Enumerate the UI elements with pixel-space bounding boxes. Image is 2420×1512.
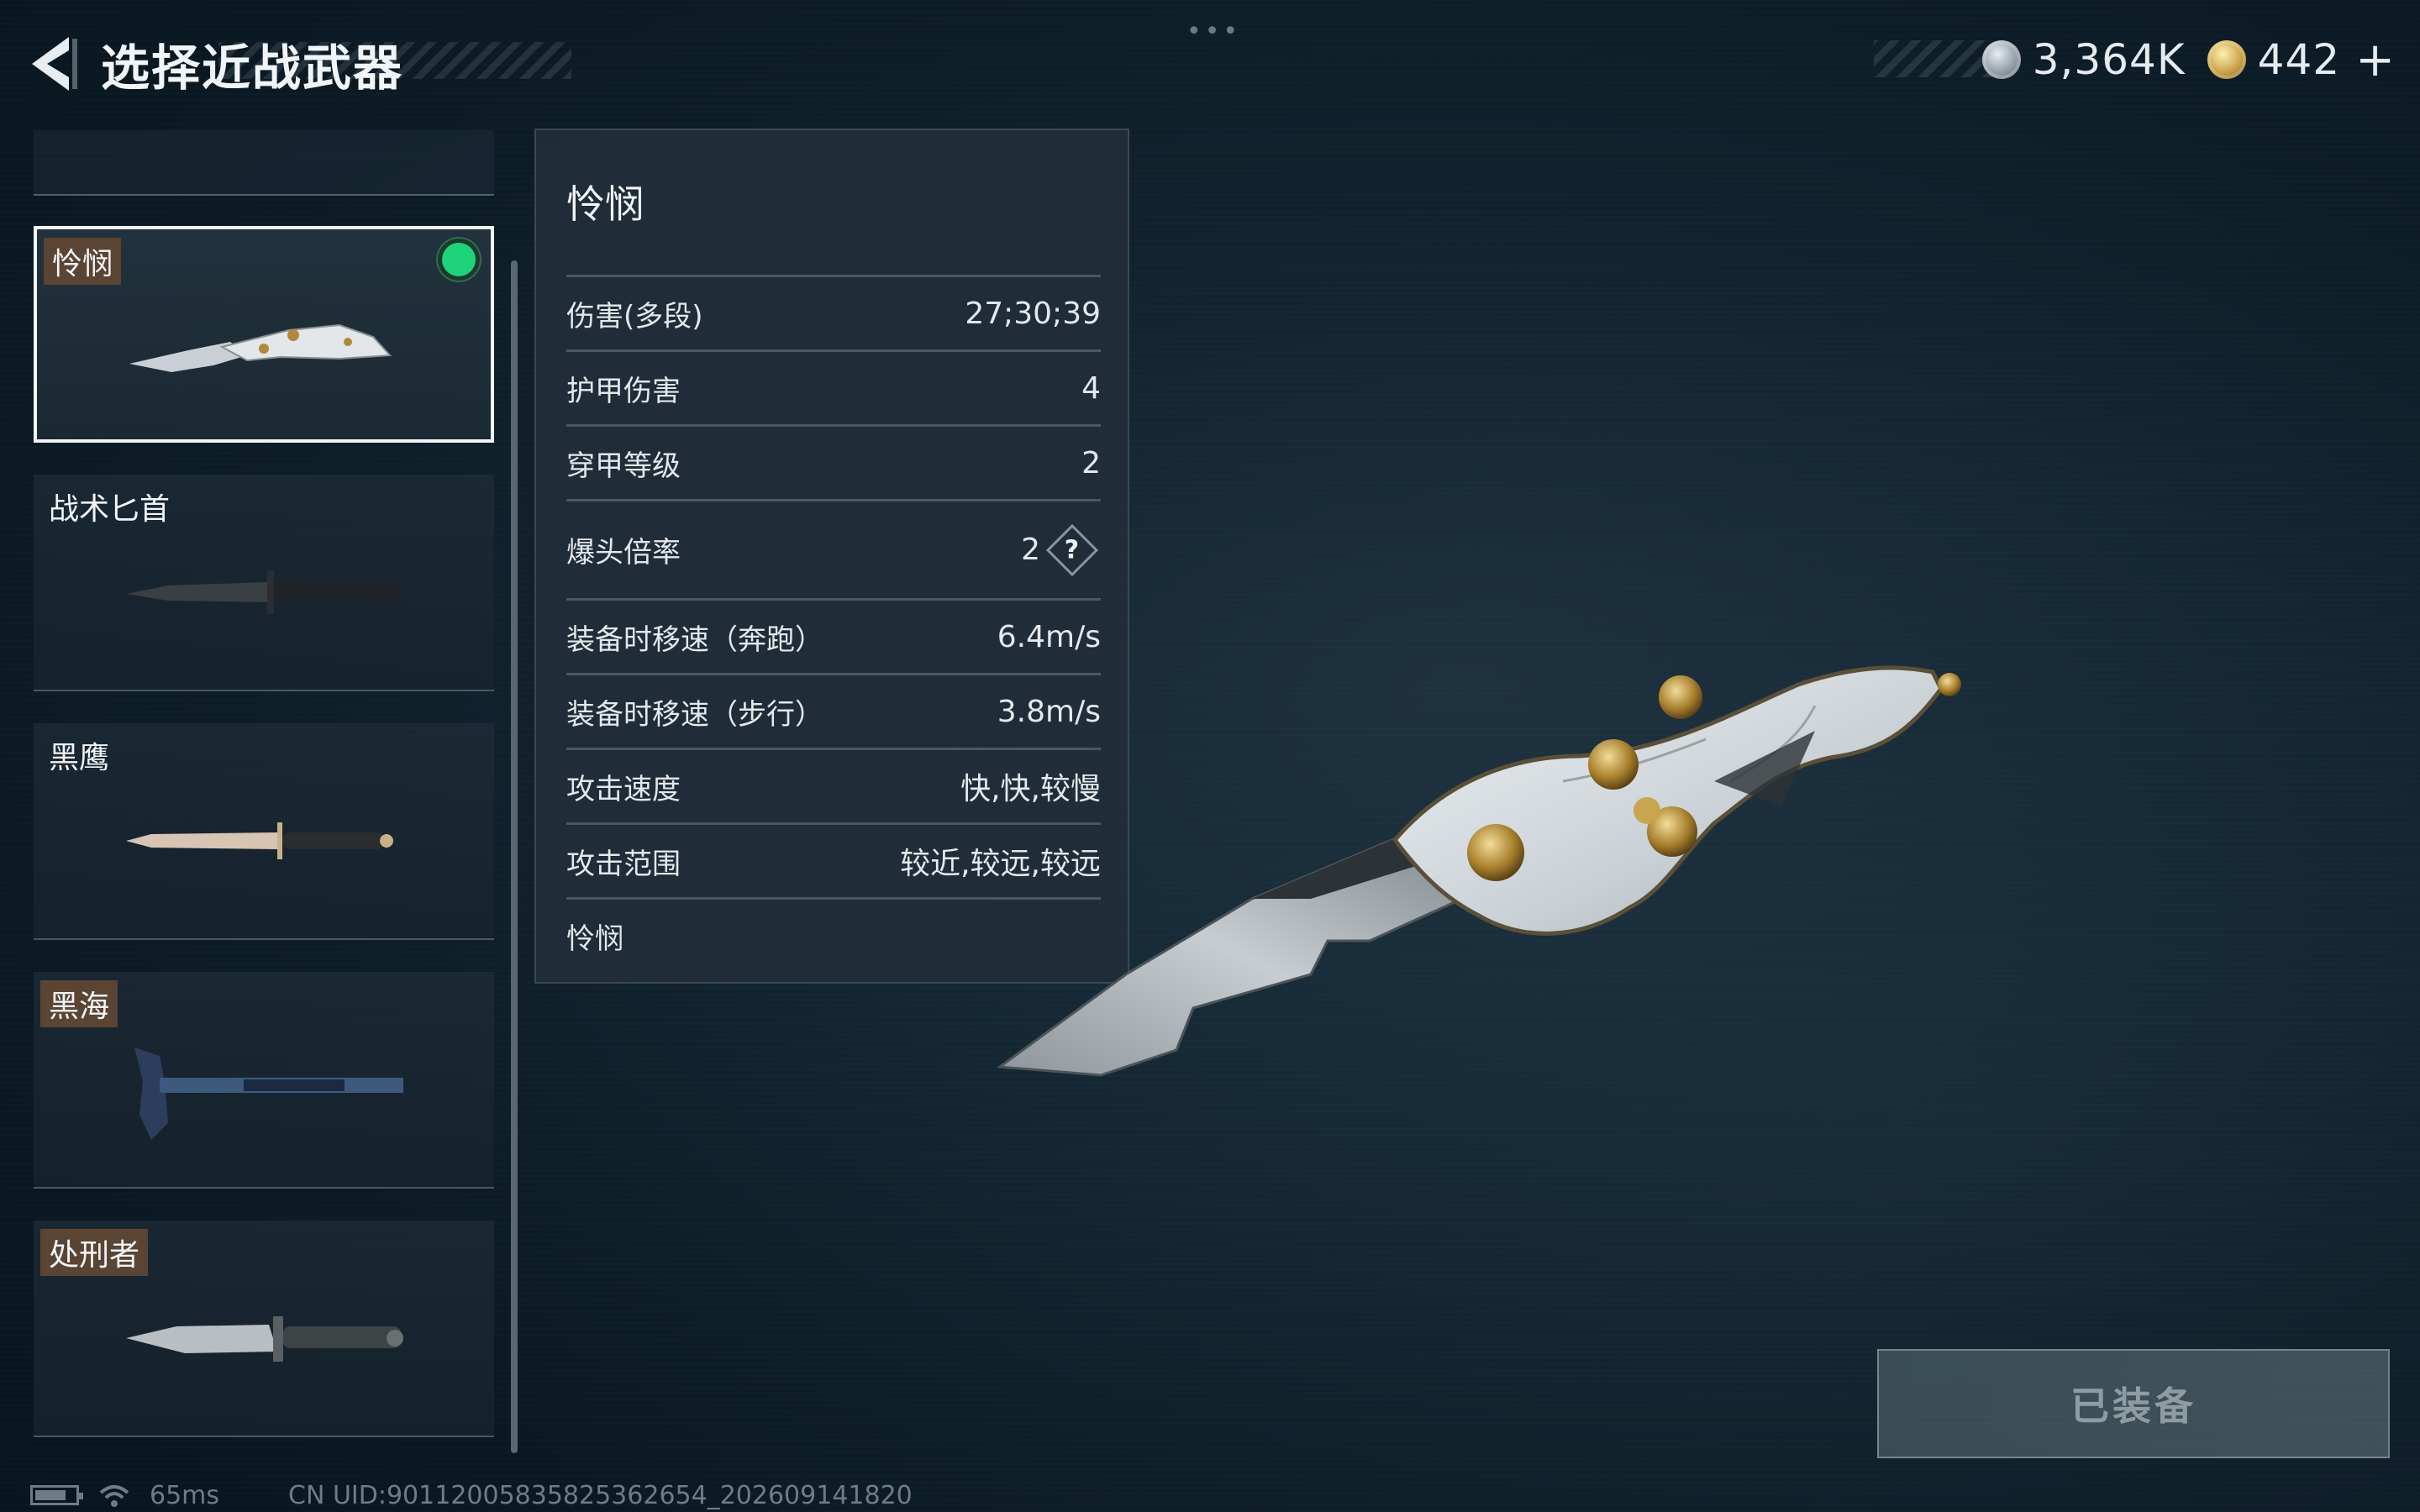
stat-label: 装备时移速（奔跑）: [566, 622, 823, 657]
silver-value: 3,364K: [2032, 35, 2186, 84]
currency-decoration: [1874, 40, 1991, 77]
gold-value: 442: [2257, 35, 2341, 84]
stat-label: 护甲伤害: [566, 374, 681, 408]
weapon-card-label: 黑鹰: [49, 741, 110, 775]
weapon-description: 怜悯: [566, 922, 623, 956]
weapon-card-label: 战术匕首: [49, 492, 171, 527]
stat-label: 攻击速度: [566, 772, 681, 806]
stat-label: 穿甲等级: [566, 449, 681, 483]
add-currency-button[interactable]: +: [2355, 33, 2395, 87]
knife-thumbnail-icon: [126, 822, 393, 859]
weapon-card-executioner[interactable]: 处刑者: [34, 1221, 494, 1437]
title-wrap: 选择近战武器: [101, 34, 403, 97]
stat-row-damage: 伤害(多段) 27;30;39: [566, 275, 1101, 349]
status-footer: 65ms CN UID:90112005835825362654_2026091…: [30, 1480, 913, 1510]
weapon-card-label: 处刑者: [40, 1229, 149, 1276]
stat-label: 攻击范围: [566, 847, 681, 881]
battery-icon: [30, 1485, 83, 1505]
drag-handle-icon[interactable]: •••: [1186, 17, 1241, 46]
weapon-card-black-sea[interactable]: 黑海: [34, 972, 494, 1189]
weapon-3d-preview[interactable]: [975, 504, 2000, 1142]
stats-title: 怜悯: [566, 181, 644, 227]
equip-button[interactable]: 已装备: [1877, 1349, 2390, 1458]
stat-row-penetration: 穿甲等级 2: [566, 424, 1101, 499]
weapon-card-lianmin[interactable]: 怜悯: [34, 226, 494, 443]
stat-label: 爆头倍率: [566, 536, 681, 570]
stat-value: 27;30;39: [965, 296, 1101, 331]
knife-thumbnail-icon: [126, 1316, 403, 1362]
page-title: 选择近战武器: [101, 39, 404, 97]
silver-currency: 3,364K: [1981, 35, 2186, 84]
weapon-card-tactical-dagger[interactable]: 战术匕首: [34, 475, 494, 691]
gold-coin-icon: [2207, 40, 2246, 79]
user-uid: CN UID:90112005835825362654_202609141820: [288, 1480, 913, 1510]
wifi-icon: [99, 1485, 129, 1507]
stat-value: 4: [1081, 370, 1101, 406]
weapon-list: 怜悯 战术匕首 黑鹰 黑海 处刑者: [34, 130, 496, 1441]
dagger-thumbnail-icon: [126, 570, 400, 614]
axe-thumbnail-icon: [134, 1047, 403, 1140]
chevron-left-icon: [32, 37, 77, 91]
currency-bar: 3,364K 442 +: [1874, 33, 2395, 87]
weapon-card-black-eagle[interactable]: 黑鹰: [34, 723, 494, 940]
weapon-card-label: 怜悯: [44, 238, 122, 285]
header: 选择近战武器 ••• 3,364K 442 +: [0, 0, 2420, 118]
ping-value: 65ms: [150, 1480, 220, 1510]
silver-coin-icon: [1981, 40, 2021, 79]
stat-label: 装备时移速（步行）: [566, 697, 823, 732]
list-scrollbar[interactable]: [511, 260, 518, 1453]
equipped-dot-icon: [442, 243, 476, 276]
list-item-partial: [34, 130, 494, 196]
gold-currency: 442 +: [2207, 33, 2395, 87]
equip-button-label: 已装备: [2070, 1383, 2196, 1429]
stat-label: 伤害(多段): [566, 299, 703, 333]
weapon-card-label: 黑海: [40, 980, 118, 1027]
stat-row-armor-damage: 护甲伤害 4: [566, 349, 1101, 424]
back-button[interactable]: [25, 30, 84, 97]
stat-value: 2: [1081, 445, 1101, 480]
knife-thumbnail-icon: [129, 323, 392, 372]
